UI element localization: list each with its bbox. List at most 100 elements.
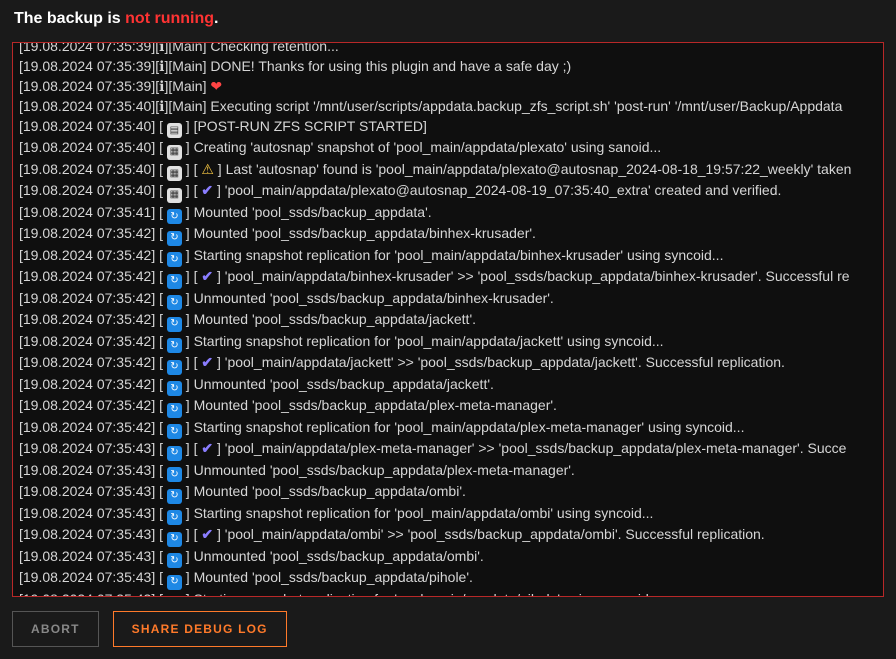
document-icon: ▤ <box>167 123 182 138</box>
log-timestamp: [19.08.2024 07:35:40] <box>19 182 159 198</box>
log-line: [19.08.2024 07:35:43] [ ↻ ] Mounted 'poo… <box>19 482 877 504</box>
log-source-tag: [Main] <box>168 42 206 54</box>
sync-icon: ↻ <box>167 252 182 267</box>
log-timestamp: [19.08.2024 07:35:42] <box>19 333 159 349</box>
log-timestamp: [19.08.2024 07:35:42] <box>19 419 159 435</box>
log-message: Mounted 'pool_ssds/backup_appdata'. <box>190 204 432 220</box>
log-timestamp: [19.08.2024 07:35:39] <box>19 42 155 54</box>
sync-icon: ↻ <box>167 231 182 246</box>
log-timestamp: [19.08.2024 07:35:42] <box>19 311 159 327</box>
log-message: Mounted 'pool_ssds/backup_appdata/ombi'. <box>190 483 466 499</box>
log-timestamp: [19.08.2024 07:35:43] <box>19 526 159 542</box>
log-timestamp: [19.08.2024 07:35:42] <box>19 247 159 263</box>
log-line: [19.08.2024 07:35:42] [ ↻ ] Mounted 'poo… <box>19 396 877 418</box>
log-timestamp: [19.08.2024 07:35:40] <box>19 98 155 114</box>
check-icon: ✔ <box>201 354 213 370</box>
sync-icon: ↻ <box>167 209 182 224</box>
sync-icon: ↻ <box>167 403 182 418</box>
log-line: [19.08.2024 07:35:42] [ ↻ ] [ ✔ ] 'pool_… <box>19 267 877 289</box>
log-line: [19.08.2024 07:35:42] [ ↻ ] Mounted 'poo… <box>19 224 877 246</box>
log-message: Last 'autosnap' found is 'pool_main/appd… <box>222 161 852 177</box>
log-message: 'pool_main/appdata/jackett' >> 'pool_ssd… <box>221 354 785 370</box>
calendar-icon: ▦ <box>167 188 182 203</box>
calendar-icon: ▦ <box>167 166 182 181</box>
log-message: [POST-RUN ZFS SCRIPT STARTED] <box>190 118 427 134</box>
status-value: not running <box>125 10 214 27</box>
log-line: [19.08.2024 07:35:43] [ ↻ ] Unmounted 'p… <box>19 461 877 483</box>
log-line: [19.08.2024 07:35:39][ℹ][Main] ❤ <box>19 77 877 97</box>
heart-icon: ❤ <box>206 78 222 94</box>
log-message: Mounted 'pool_ssds/backup_appdata/pihole… <box>190 569 473 585</box>
sync-icon: ↻ <box>167 381 182 396</box>
log-line: [19.08.2024 07:35:42] [ ↻ ] Unmounted 'p… <box>19 375 877 397</box>
sync-icon: ↻ <box>167 446 182 461</box>
sync-icon: ↻ <box>167 510 182 525</box>
log-message: Unmounted 'pool_ssds/backup_appdata/binh… <box>190 290 554 306</box>
log-output[interactable]: [19.08.2024 07:35:39][ℹ][Main] Checking … <box>12 42 884 597</box>
log-timestamp: [19.08.2024 07:35:43] <box>19 591 159 598</box>
log-timestamp: [19.08.2024 07:35:42] <box>19 354 159 370</box>
log-message: Starting snapshot replication for 'pool_… <box>190 247 724 263</box>
log-line: [19.08.2024 07:35:39][ℹ][Main] Checking … <box>19 42 877 57</box>
log-message: Unmounted 'pool_ssds/backup_appdata/ombi… <box>190 548 484 564</box>
log-timestamp: [19.08.2024 07:35:41] <box>19 204 159 220</box>
log-line: [19.08.2024 07:35:42] [ ↻ ] Starting sna… <box>19 332 877 354</box>
log-message: Unmounted 'pool_ssds/backup_appdata/jack… <box>190 376 494 392</box>
log-message: 'pool_main/appdata/binhex-krusader' >> '… <box>221 268 850 284</box>
log-timestamp: [19.08.2024 07:35:43] <box>19 483 159 499</box>
log-info-tag: [ℹ] <box>155 78 168 94</box>
log-info-tag: [ℹ] <box>155 98 168 114</box>
log-message: Unmounted 'pool_ssds/backup_appdata/plex… <box>190 462 575 478</box>
log-timestamp: [19.08.2024 07:35:42] <box>19 268 159 284</box>
sync-icon: ↻ <box>167 360 182 375</box>
sync-icon: ↻ <box>167 596 182 597</box>
log-message: Mounted 'pool_ssds/backup_appdata/jacket… <box>190 311 476 327</box>
log-line: [19.08.2024 07:35:43] [ ↻ ] [ ✔ ] 'pool_… <box>19 525 877 547</box>
check-icon: ✔ <box>201 268 213 284</box>
log-message: Executing script '/mnt/user/scripts/appd… <box>206 98 842 114</box>
check-icon: ✔ <box>201 440 213 456</box>
log-line: [19.08.2024 07:35:40][ℹ][Main] Executing… <box>19 97 877 117</box>
log-info-tag: [ℹ] <box>155 58 168 74</box>
log-timestamp: [19.08.2024 07:35:43] <box>19 505 159 521</box>
log-message: Starting snapshot replication for 'pool_… <box>190 419 745 435</box>
check-icon: ✔ <box>201 182 213 198</box>
log-timestamp: [19.08.2024 07:35:40] <box>19 161 159 177</box>
log-timestamp: [19.08.2024 07:35:42] <box>19 397 159 413</box>
log-timestamp: [19.08.2024 07:35:40] <box>19 118 159 134</box>
status-header: The backup is not running. <box>12 10 884 28</box>
sync-icon: ↻ <box>167 489 182 504</box>
log-timestamp: [19.08.2024 07:35:42] <box>19 225 159 241</box>
status-prefix: The backup is <box>14 10 125 27</box>
abort-button[interactable]: Abort <box>12 611 99 647</box>
log-message: Mounted 'pool_ssds/backup_appdata/binhex… <box>190 225 536 241</box>
log-line: [19.08.2024 07:35:43] [ ↻ ] [ ✔ ] 'pool_… <box>19 439 877 461</box>
log-line: [19.08.2024 07:35:43] [ ↻ ] Unmounted 'p… <box>19 547 877 569</box>
share-debug-log-button[interactable]: Share Debug Log <box>113 611 287 647</box>
log-message: DONE! Thanks for using this plugin and h… <box>206 58 571 74</box>
sync-icon: ↻ <box>167 274 182 289</box>
log-timestamp: [19.08.2024 07:35:43] <box>19 462 159 478</box>
log-line: [19.08.2024 07:35:41] [ ↻ ] Mounted 'poo… <box>19 203 877 225</box>
sync-icon: ↻ <box>167 575 182 590</box>
log-line: [19.08.2024 07:35:40] [ ▦ ] [ ✔ ] 'pool_… <box>19 181 877 203</box>
sync-icon: ↻ <box>167 467 182 482</box>
check-icon: ✔ <box>201 526 213 542</box>
log-message: Starting snapshot replication for 'pool_… <box>190 333 664 349</box>
sync-icon: ↻ <box>167 424 182 439</box>
calendar-icon: ▦ <box>167 145 182 160</box>
log-message: Checking retention... <box>206 42 338 54</box>
log-message: Creating 'autosnap' snapshot of 'pool_ma… <box>190 139 661 155</box>
log-message: Starting snapshot replication for 'pool_… <box>190 505 654 521</box>
log-message: 'pool_main/appdata/ombi' >> 'pool_ssds/b… <box>221 526 765 542</box>
log-line: [19.08.2024 07:35:42] [ ↻ ] Starting sna… <box>19 246 877 268</box>
sync-icon: ↻ <box>167 532 182 547</box>
log-line: [19.08.2024 07:35:40] [ ▦ ] Creating 'au… <box>19 138 877 160</box>
log-line: [19.08.2024 07:35:42] [ ↻ ] Mounted 'poo… <box>19 310 877 332</box>
log-message: 'pool_main/appdata/plex-meta-manager' >>… <box>221 440 847 456</box>
log-timestamp: [19.08.2024 07:35:42] <box>19 376 159 392</box>
log-timestamp: [19.08.2024 07:35:40] <box>19 139 159 155</box>
log-timestamp: [19.08.2024 07:35:39] <box>19 78 155 94</box>
status-suffix: . <box>214 10 218 27</box>
log-info-tag: [ℹ] <box>155 42 168 54</box>
